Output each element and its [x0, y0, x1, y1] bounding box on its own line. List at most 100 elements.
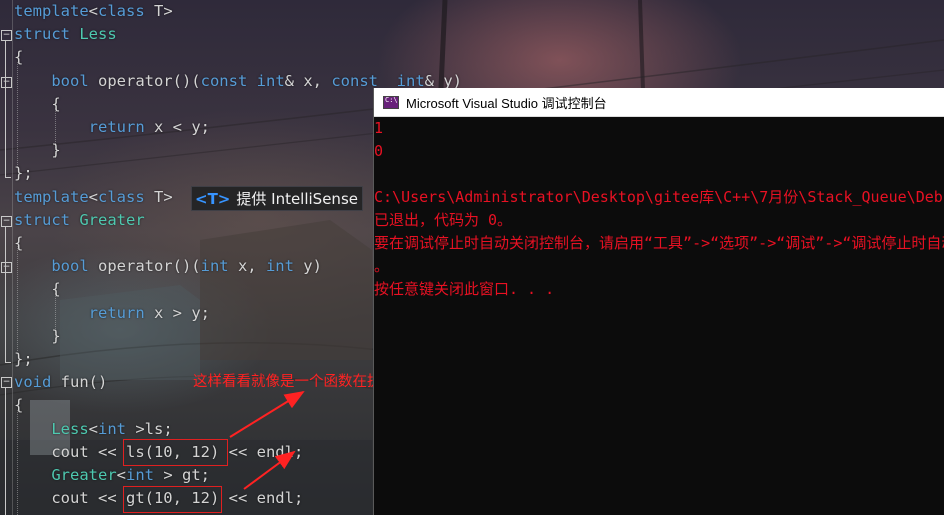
intellisense-tooltip[interactable]: <T> 提供 IntelliSense: [191, 186, 363, 211]
code-token: int: [126, 466, 154, 484]
code-token: T>: [144, 187, 173, 206]
code-token: template: [14, 187, 89, 206]
code-line[interactable]: return x > y;: [14, 302, 210, 325]
code-token: const: [331, 71, 378, 90]
code-token: > gt;: [154, 466, 210, 484]
code-line[interactable]: Greater<int > gt;: [14, 464, 210, 487]
code-token: int: [265, 257, 294, 276]
code-line[interactable]: bool operator()(int x, int y): [14, 255, 322, 278]
console-line: 1: [374, 119, 384, 137]
code-token: return: [88, 118, 145, 136]
fold-range-line: [5, 227, 6, 362]
code-token: };: [14, 350, 33, 368]
console-titlebar[interactable]: Microsoft Visual Studio 调试控制台: [374, 88, 944, 117]
code-line[interactable]: void fun(): [14, 371, 107, 394]
code-token: & x,: [284, 71, 332, 90]
code-line[interactable]: return x < y;: [14, 116, 210, 139]
console-line: 已退出，代码为 0。: [374, 211, 513, 229]
fold-end-tick: [5, 177, 11, 178]
fold-toggle-icon[interactable]: −: [1, 30, 12, 41]
code-token: >ls;: [126, 419, 173, 438]
debug-console-window[interactable]: Microsoft Visual Studio 调试控制台 1 0 C:\Users…: [373, 88, 944, 515]
code-token: void: [14, 373, 52, 392]
console-output[interactable]: 1 0 C:\Users\Administrator\Desktop\gitee库\…: [374, 117, 944, 515]
code-token: <: [88, 419, 98, 438]
console-line: 。: [374, 257, 390, 275]
code-token: class: [98, 187, 145, 206]
console-line: C:\Users\Administrator\Desktop\gitee库\C+…: [374, 188, 944, 206]
console-line: 要在调试停止时自动关闭控制台，请启用“工具”->“选项”->“调试”->“调试停…: [374, 234, 944, 252]
fold-range-line: [5, 388, 6, 515]
code-token: Less: [70, 25, 117, 44]
code-line[interactable]: }: [14, 325, 61, 348]
console-title: Microsoft Visual Studio 调试控制台: [406, 95, 607, 111]
code-token: x,: [228, 257, 266, 276]
code-line[interactable]: {: [14, 46, 23, 69]
code-token: };: [14, 164, 33, 183]
code-line[interactable]: {: [14, 394, 23, 417]
code-token: <: [88, 187, 98, 206]
code-token: x > y;: [144, 303, 210, 322]
code-token: return: [88, 303, 145, 322]
code-token: & y): [424, 71, 462, 90]
console-line: 按任意键关闭此窗口. . .: [374, 280, 555, 298]
code-token: <: [116, 466, 126, 484]
code-token: {: [14, 48, 24, 67]
code-token: struct: [14, 210, 70, 229]
fold-toggle-icon[interactable]: −: [1, 262, 12, 273]
code-line[interactable]: struct Greater: [14, 209, 145, 232]
code-line[interactable]: Less<int >ls;: [14, 418, 173, 441]
code-token: int: [256, 71, 285, 90]
code-token: {: [14, 94, 61, 113]
code-line[interactable]: struct Less: [14, 23, 117, 46]
code-token: <: [88, 2, 98, 20]
code-token: {: [14, 280, 61, 299]
code-line[interactable]: }: [14, 139, 61, 162]
code-line[interactable]: {: [14, 278, 61, 301]
code-token: {: [14, 396, 24, 415]
code-token: class: [98, 2, 145, 20]
code-line[interactable]: };: [14, 348, 33, 371]
fold-end-tick: [5, 362, 11, 363]
code-token: operator()(: [88, 257, 201, 276]
code-token: T>: [144, 2, 173, 20]
code-token: Greater: [51, 466, 117, 484]
code-line[interactable]: template<class T>: [14, 0, 173, 23]
code-token: x < y;: [144, 118, 210, 136]
code-token: const: [200, 71, 248, 90]
code-token: Greater: [70, 210, 145, 229]
fold-toggle-icon[interactable]: −: [1, 216, 12, 227]
code-line[interactable]: {: [14, 232, 23, 255]
code-line[interactable]: {: [14, 93, 61, 116]
intellisense-text: 提供 IntelliSense: [236, 190, 358, 208]
fold-toggle-icon[interactable]: −: [1, 77, 12, 88]
console-line: 0: [374, 142, 384, 160]
code-token: operator()(: [88, 71, 201, 90]
code-token: }: [14, 141, 61, 160]
console-app-icon: [383, 95, 399, 109]
code-token: int: [396, 71, 425, 90]
highlight-box-ls-call: [123, 439, 228, 466]
code-token: int: [200, 257, 229, 276]
code-token: bool: [51, 257, 89, 276]
code-token: y): [293, 257, 322, 276]
code-token: bool: [51, 71, 89, 90]
code-line[interactable]: };: [14, 162, 33, 185]
code-token: template: [14, 2, 89, 20]
code-token: }: [14, 326, 61, 345]
code-line[interactable]: template<class T>: [14, 186, 173, 209]
template-badge: <T>: [195, 189, 231, 208]
code-token: int: [98, 419, 126, 438]
code-token: Less: [51, 419, 89, 438]
fold-toggle-icon[interactable]: −: [1, 377, 12, 388]
fold-range-line: [5, 41, 6, 177]
code-token: fun(): [51, 373, 108, 392]
